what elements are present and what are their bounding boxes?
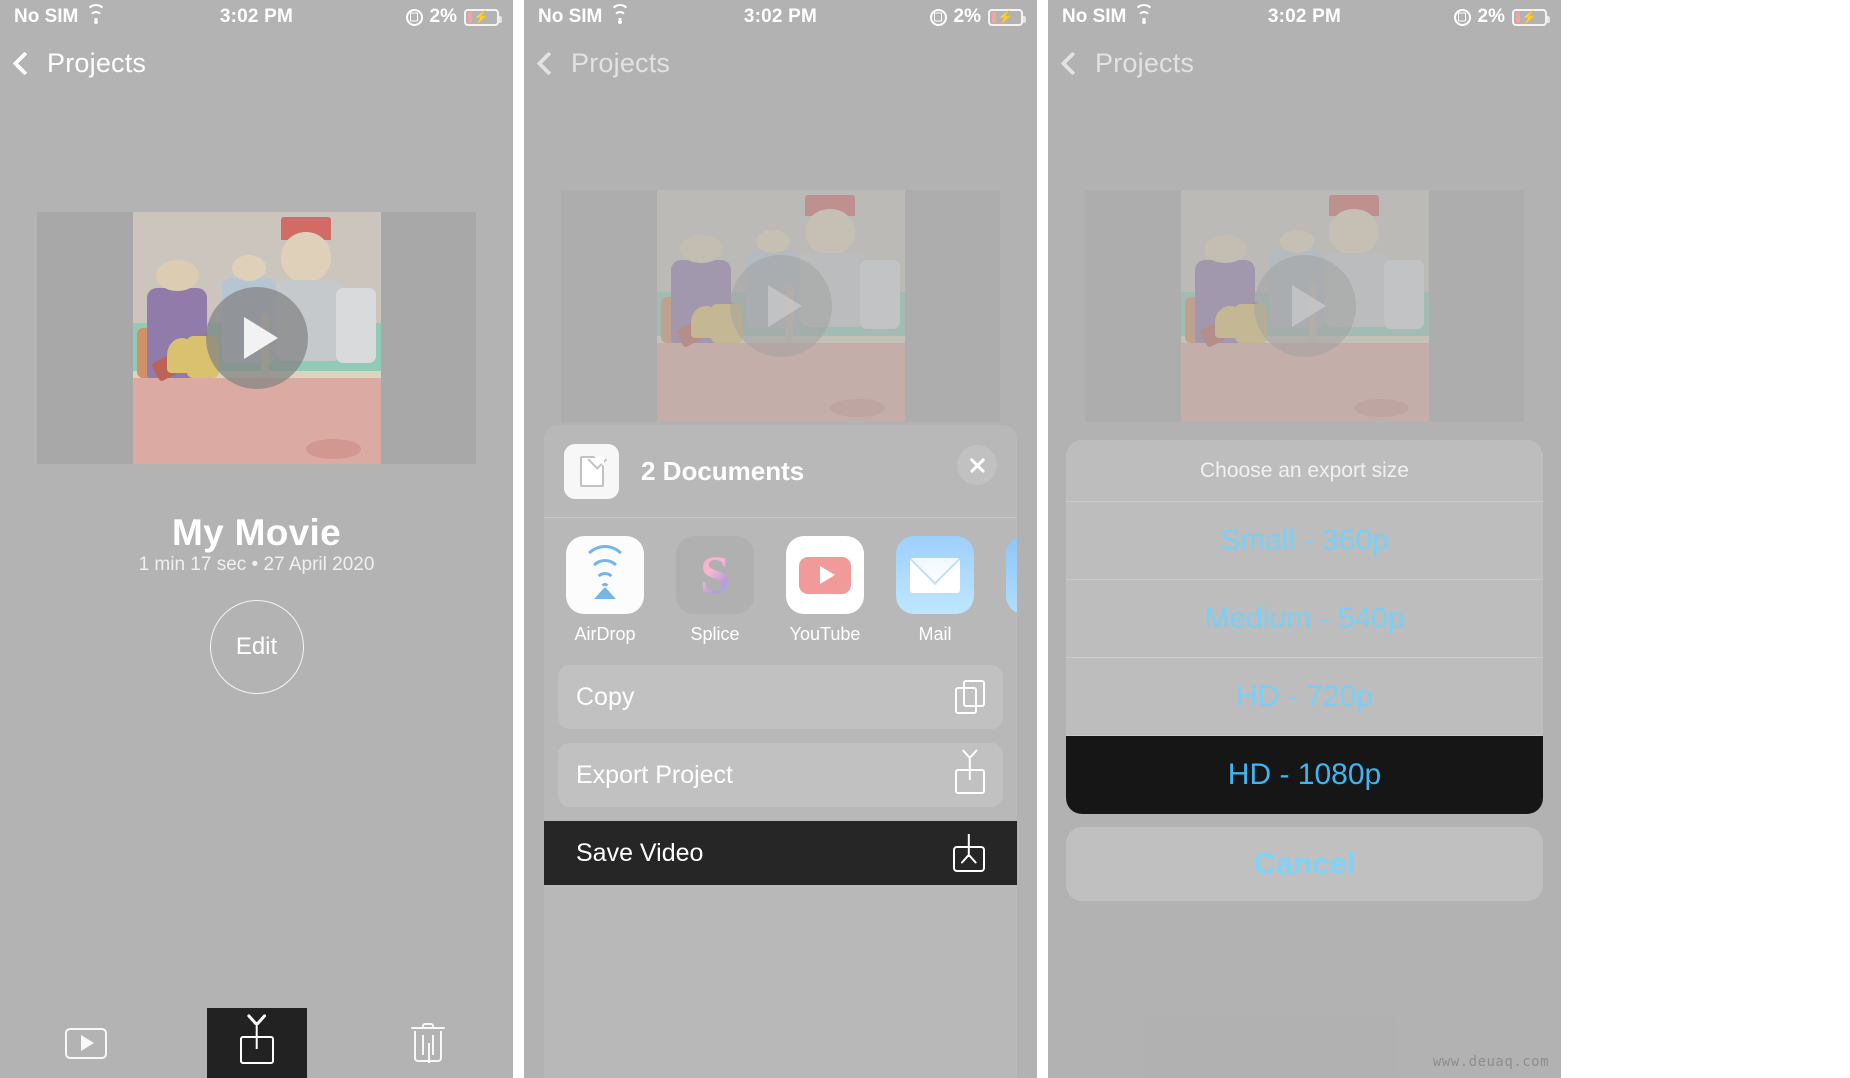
site-watermark: www.deuaq.com [1432, 1054, 1549, 1070]
clock-label: 3:02 PM [219, 6, 294, 27]
mail-icon [896, 536, 974, 614]
export-size-options: Choose an export size Small - 360p Mediu… [1066, 440, 1543, 814]
battery-charging-icon: ⚡ [988, 8, 1026, 26]
carrier-label: No SIM [1062, 6, 1127, 27]
chevron-left-icon[interactable] [1060, 50, 1085, 76]
phone-screen-share-sheet: No SIM 3:02 PM 2% ⚡ Projects 2 Documents… [524, 0, 1037, 1078]
rotation-lock-icon [929, 8, 947, 26]
page-title: My Movie [172, 512, 341, 553]
document-icon [564, 443, 619, 499]
status-bar-left: No SIM [538, 4, 631, 28]
export-size-action-sheet: Choose an export size Small - 360p Mediu… [1066, 440, 1543, 901]
close-button[interactable] [957, 445, 997, 485]
back-to-projects-link[interactable]: Projects [47, 48, 146, 79]
play-button[interactable] [205, 287, 308, 389]
edit-button-label: Edit [235, 633, 278, 660]
splice-icon: S [676, 536, 754, 614]
share-sheet: 2 Documents AirDrop S Splice YouTube Mai… [544, 425, 1017, 1078]
airdrop-icon [566, 536, 644, 614]
nav-bar: Projects [1048, 34, 1561, 92]
battery-charging-icon: ⚡ [1512, 8, 1550, 26]
share-actions-list: Copy Export Project Save Video [544, 655, 1017, 885]
share-sheet-header: 2 Documents [544, 425, 1017, 517]
rotation-lock-icon [1453, 8, 1471, 26]
cancel-button[interactable]: Cancel [1066, 827, 1543, 901]
trash-icon [410, 1023, 445, 1063]
share-target-mail[interactable]: Mail [896, 536, 974, 645]
copy-icon [955, 680, 985, 714]
status-bar-left: No SIM [1062, 4, 1155, 28]
share-target-label: YouTube [789, 624, 861, 644]
close-icon [968, 456, 987, 475]
carrier-label: No SIM [14, 6, 79, 27]
clock-label: 3:02 PM [1267, 6, 1342, 27]
export-option-small[interactable]: Small - 360p [1066, 502, 1543, 580]
export-option-medium[interactable]: Medium - 540p [1066, 580, 1543, 658]
battery-percent-label: 2% [953, 6, 981, 27]
save-download-icon [953, 834, 985, 872]
export-option-hd1080[interactable]: HD - 1080p [1066, 736, 1543, 814]
status-bar-right: 2% ⚡ [929, 6, 1026, 28]
project-meta-label: 1 min 17 sec • 27 April 2020 [138, 554, 375, 575]
rotation-lock-icon [405, 8, 423, 26]
share-target-splice[interactable]: S Splice [676, 536, 754, 645]
status-bar: No SIM 3:02 PM 2% ⚡ [0, 0, 513, 34]
chevron-left-icon[interactable] [536, 50, 561, 76]
play-project-button[interactable] [36, 1008, 136, 1078]
phone-screen-export-size: No SIM 3:02 PM 2% ⚡ Projects Choose an e… [1048, 0, 1561, 1078]
action-label: Save Video [576, 838, 704, 867]
wifi-icon [609, 4, 631, 25]
export-option-hd720[interactable]: HD - 720p [1066, 658, 1543, 736]
play-rectangle-icon [64, 1027, 107, 1059]
status-bar-right: 2% ⚡ [405, 6, 502, 28]
delete-button[interactable] [378, 1008, 478, 1078]
phone-screen-project-detail: No SIM 3:02 PM 2% ⚡ Projects My Movie 1 … [0, 0, 513, 1078]
action-copy[interactable]: Copy [558, 665, 1003, 729]
clock-label: 3:02 PM [743, 6, 818, 27]
wifi-icon [1133, 4, 1155, 25]
battery-charging-icon: ⚡ [464, 8, 502, 26]
chevron-left-icon[interactable] [12, 50, 37, 76]
panel-divider-2 [1037, 0, 1048, 1078]
action-label: Copy [576, 682, 635, 711]
status-bar: No SIM 3:02 PM 2% ⚡ [1048, 0, 1561, 34]
wifi-icon [85, 4, 107, 25]
panel-divider-1 [513, 0, 524, 1078]
share-target-airdrop[interactable]: AirDrop [566, 536, 644, 645]
status-bar-right: 2% ⚡ [1453, 6, 1550, 28]
nav-bar: Projects [0, 34, 513, 92]
battery-percent-label: 2% [429, 6, 457, 27]
status-bar-left: No SIM [14, 4, 107, 28]
nav-bar: Projects [524, 34, 1037, 92]
share-target-label: Other [1006, 624, 1017, 645]
back-to-projects-link[interactable]: Projects [1095, 48, 1194, 79]
share-target-label: Splice [690, 624, 740, 644]
edit-button[interactable]: Edit [209, 600, 304, 694]
other-apps-icon: ••• [1006, 536, 1017, 614]
action-label: Export Project [576, 760, 734, 789]
share-target-label: AirDrop [574, 624, 636, 644]
video-thumbnail[interactable] [37, 212, 476, 464]
export-icon [955, 756, 985, 794]
share-target-youtube[interactable]: YouTube [786, 536, 864, 645]
export-sheet-header: Choose an export size [1066, 440, 1543, 502]
share-up-icon [239, 1022, 274, 1064]
share-targets-row[interactable]: AirDrop S Splice YouTube Mail [544, 518, 1017, 655]
back-to-projects-link[interactable]: Projects [571, 48, 670, 79]
battery-percent-label: 2% [1477, 6, 1505, 27]
status-bar: No SIM 3:02 PM 2% ⚡ [524, 0, 1037, 34]
carrier-label: No SIM [538, 6, 603, 27]
play-icon [243, 317, 278, 359]
action-save-video[interactable]: Save Video [544, 821, 1017, 885]
share-target-other[interactable]: ••• Other [1006, 536, 1017, 645]
bottom-toolbar [0, 1008, 513, 1078]
share-button[interactable] [206, 1008, 307, 1078]
share-target-label: Mail [918, 624, 952, 644]
screenshot-stage: No SIM 3:02 PM 2% ⚡ Projects My Movie 1 … [0, 0, 1850, 1078]
youtube-icon [786, 536, 864, 614]
share-sheet-title: 2 Documents [641, 455, 805, 486]
action-export-project[interactable]: Export Project [558, 743, 1003, 807]
